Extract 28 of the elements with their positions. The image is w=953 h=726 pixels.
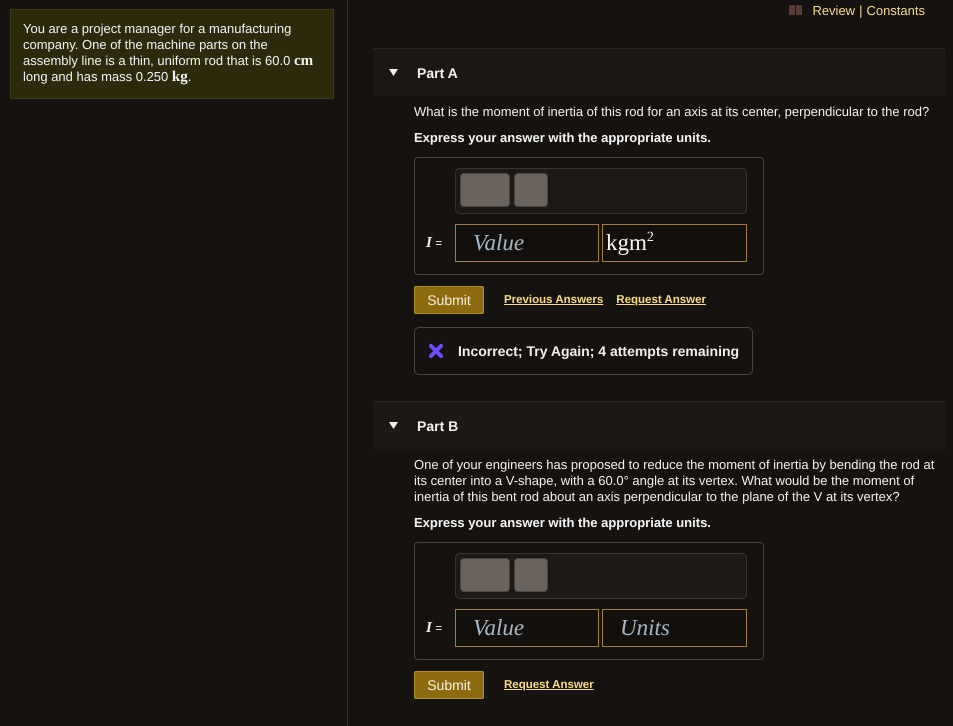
part-header[interactable]: Part A <box>373 48 945 96</box>
answer-link[interactable]: Request Answer <box>616 294 706 306</box>
review-link[interactable]: Review <box>812 2 856 18</box>
template-button[interactable] <box>514 558 548 592</box>
part-header[interactable]: Part B <box>373 401 945 449</box>
feedback-text: Incorrect; Try Again; 4 attempts remaining <box>458 343 740 359</box>
value-field[interactable]: Value <box>455 224 599 262</box>
equation-label: I = <box>426 620 444 636</box>
instruction-text: Express your answer with the appropriate units. <box>414 515 712 531</box>
constants-link[interactable]: Constants <box>866 2 925 18</box>
problem-statement: You are a project manager for a manufacturing company. One of the machine parts on the assembly line is a thin, uniform rod that is 60.0 cm long and has mass 0.250 kg. <box>23 21 314 85</box>
instruction-text: Express your answer with the appropriate units. <box>414 130 712 146</box>
template-button[interactable] <box>460 558 510 592</box>
answer-link[interactable]: Previous Answers <box>504 294 604 306</box>
submit-button[interactable]: Submit <box>414 286 484 314</box>
question-text: One of your engineers has proposed to reduce the moment of inertia by bending the rod at its center into a V-shape, with a 60.0° angle at its vertex. What would be the moment of inertia of this bent rod about an axis perpendicular to the plane of the V at its vertex? <box>414 457 936 505</box>
separator-text: | <box>859 2 862 18</box>
answer-link[interactable]: Request Answer <box>504 679 594 691</box>
equation-label: I = <box>426 234 444 252</box>
template-button[interactable] <box>460 173 510 207</box>
submit-button[interactable]: Submit <box>414 671 484 699</box>
units-field[interactable]: Units <box>602 609 747 647</box>
cross-icon <box>428 343 444 359</box>
units-field[interactable]: kgm$^{2}$ <box>602 224 747 262</box>
question-text: What is the moment of inertia of this rod for an axis at its center, perpendicular to the rod? <box>414 104 930 120</box>
book-icon <box>789 5 802 15</box>
value-field[interactable]: Value <box>455 609 599 647</box>
template-button[interactable] <box>514 173 548 207</box>
